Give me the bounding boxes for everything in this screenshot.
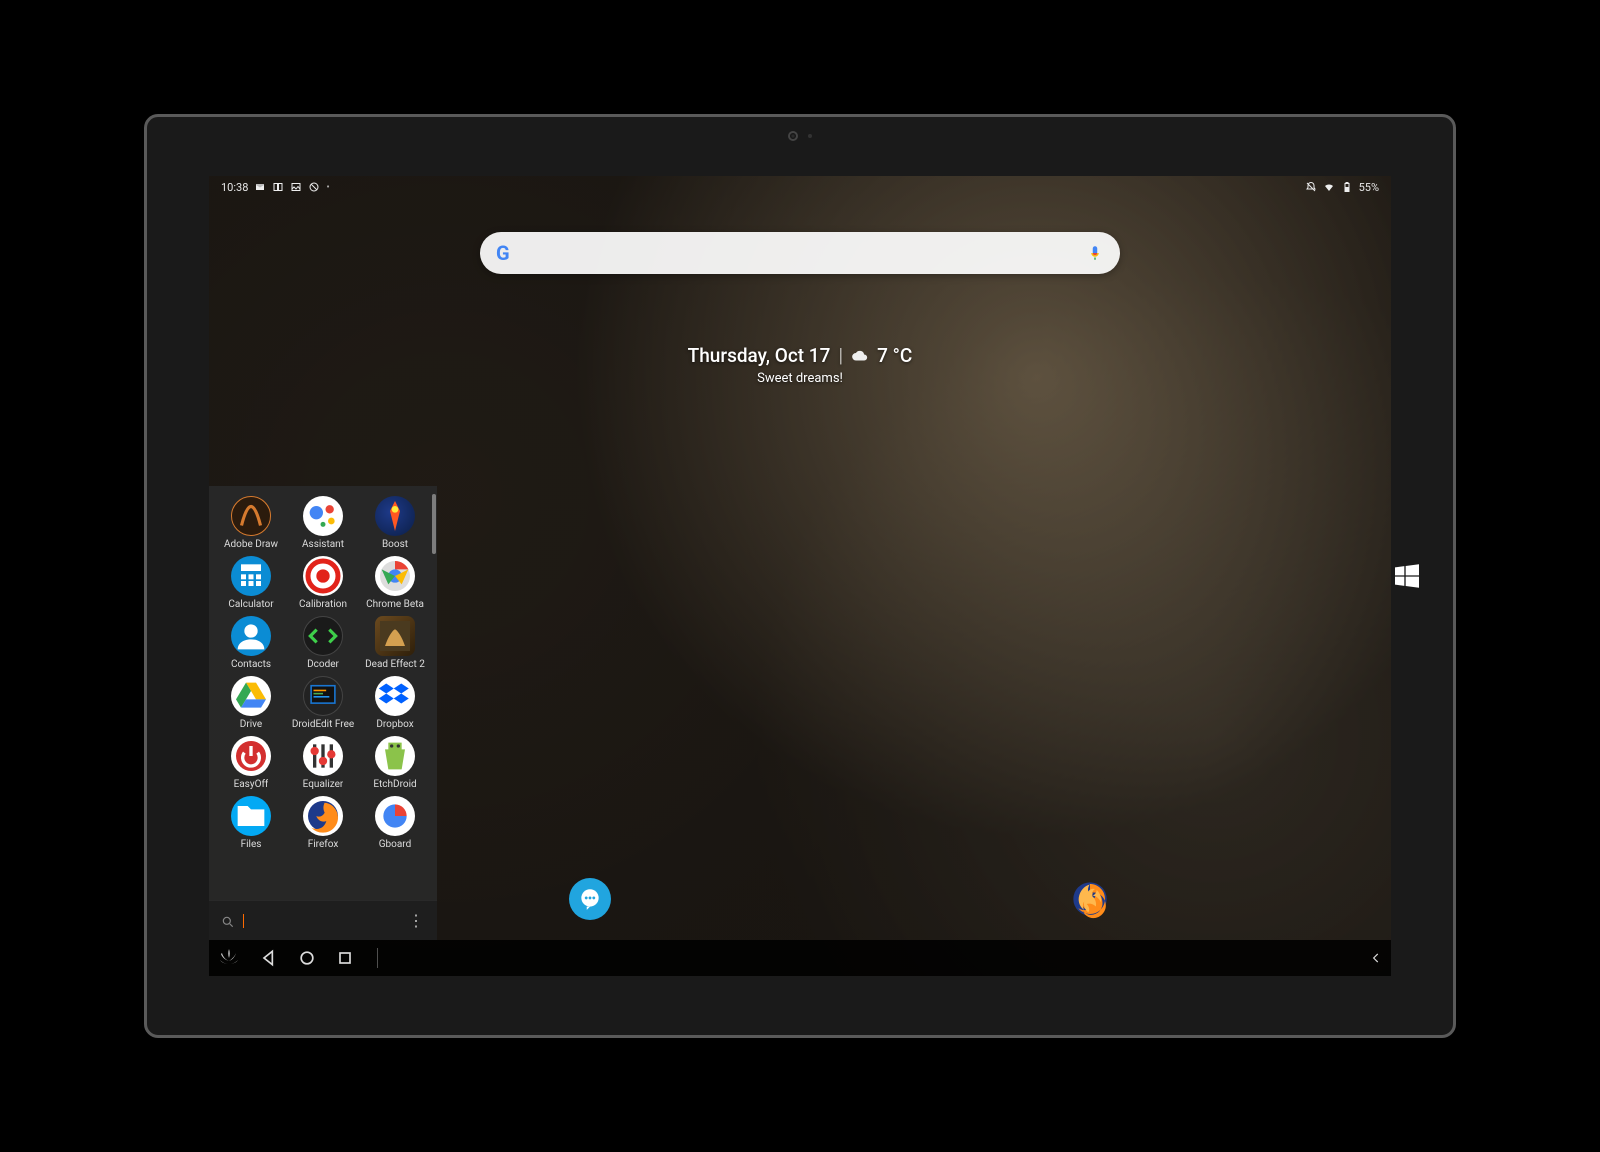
scrollbar-thumb[interactable] xyxy=(432,494,436,554)
date-text: Thursday, Oct 17 xyxy=(688,344,831,367)
google-search-bar[interactable]: G xyxy=(480,232,1120,274)
app-label: Gboard xyxy=(379,839,412,850)
app-dcoder[interactable]: Dcoder xyxy=(289,616,357,670)
app-label: Calibration xyxy=(299,599,347,610)
app-drive[interactable]: Drive xyxy=(217,676,285,730)
calculator-icon xyxy=(231,556,271,596)
front-camera xyxy=(788,131,812,141)
chrome-beta-icon xyxy=(375,556,415,596)
app-label: Assistant xyxy=(302,539,344,550)
search-icon xyxy=(221,914,235,928)
google-logo-icon: G xyxy=(496,241,510,265)
drive-icon xyxy=(231,676,271,716)
more-options-icon[interactable]: ⋮ xyxy=(408,911,425,930)
drawer-search-bar[interactable]: ⋮ xyxy=(209,900,437,940)
app-calibration[interactable]: Calibration xyxy=(289,556,357,610)
calibration-icon xyxy=(303,556,343,596)
droidedit-icon xyxy=(303,676,343,716)
app-contacts[interactable]: Contacts xyxy=(217,616,285,670)
app-label: Calculator xyxy=(228,599,273,610)
navigation-bar xyxy=(209,940,1391,976)
recents-icon[interactable] xyxy=(335,948,355,968)
dropbox-icon xyxy=(375,676,415,716)
device-screen: 10:38 • 55% G Thursday, xyxy=(209,176,1391,976)
etchdroid-icon xyxy=(375,736,415,776)
app-label: Chrome Beta xyxy=(366,599,424,610)
app-label: Contacts xyxy=(231,659,271,670)
app-droidedit-free[interactable]: DroidEdit Free xyxy=(289,676,357,730)
app-label: Boost xyxy=(382,539,408,550)
dock-messages-app[interactable] xyxy=(569,878,611,920)
text-cursor xyxy=(243,914,244,928)
temperature-text: 7 °C xyxy=(877,344,912,367)
mail-icon xyxy=(254,181,266,193)
back-icon[interactable] xyxy=(259,948,279,968)
app-gboard[interactable]: Gboard xyxy=(361,796,429,850)
easyoff-icon xyxy=(231,736,271,776)
files-icon xyxy=(231,796,271,836)
app-label: Equalizer xyxy=(303,779,344,790)
battery-icon xyxy=(1341,181,1353,193)
voice-search-icon[interactable] xyxy=(1086,244,1104,262)
dock-firefox-app[interactable] xyxy=(1069,878,1111,920)
divider: | xyxy=(838,344,843,367)
app-label: Drive xyxy=(240,719,262,730)
expand-chevron-icon[interactable] xyxy=(1369,951,1383,965)
app-assistant[interactable]: Assistant xyxy=(289,496,357,550)
tablet-frame: 10:38 • 55% G Thursday, xyxy=(144,114,1456,1038)
app-label: Dead Effect 2 xyxy=(365,659,425,670)
dcoder-icon xyxy=(303,616,343,656)
image-panel-icon xyxy=(272,181,284,193)
app-boost[interactable]: Boost xyxy=(361,496,429,550)
divider xyxy=(377,948,378,968)
contacts-icon xyxy=(231,616,271,656)
date-weather-widget[interactable]: Thursday, Oct 17 | 7 °C Sweet dreams! xyxy=(688,344,913,386)
app-label: Firefox xyxy=(308,839,339,850)
status-time: 10:38 xyxy=(221,181,248,194)
launcher-icon[interactable] xyxy=(217,946,241,970)
windows-logo-icon[interactable] xyxy=(1391,560,1423,592)
wifi-icon xyxy=(1323,181,1335,193)
weather-cloud-icon xyxy=(851,347,869,365)
app-dead-effect-2[interactable]: Dead Effect 2 xyxy=(361,616,429,670)
sync-off-icon xyxy=(308,181,320,193)
app-equalizer[interactable]: Equalizer xyxy=(289,736,357,790)
dead-effect-icon xyxy=(375,616,415,656)
equalizer-icon xyxy=(303,736,343,776)
app-label: DroidEdit Free xyxy=(292,719,354,730)
app-adobe-draw[interactable]: Adobe Draw xyxy=(217,496,285,550)
greeting-text: Sweet dreams! xyxy=(688,371,913,386)
battery-percent: 55% xyxy=(1359,181,1379,194)
home-icon[interactable] xyxy=(297,948,317,968)
app-etchdroid[interactable]: EtchDroid xyxy=(361,736,429,790)
picture-icon xyxy=(290,181,302,193)
app-files[interactable]: Files xyxy=(217,796,285,850)
app-chrome-beta[interactable]: Chrome Beta xyxy=(361,556,429,610)
adobe-draw-icon xyxy=(231,496,271,536)
app-firefox[interactable]: Firefox xyxy=(289,796,357,850)
gboard-icon xyxy=(375,796,415,836)
app-calculator[interactable]: Calculator xyxy=(217,556,285,610)
app-label: Files xyxy=(241,839,262,850)
app-label: Dropbox xyxy=(376,719,413,730)
boost-icon xyxy=(375,496,415,536)
status-bar[interactable]: 10:38 • 55% xyxy=(209,176,1391,198)
app-label: EtchDroid xyxy=(373,779,416,790)
dnd-icon xyxy=(1305,181,1317,193)
app-label: Adobe Draw xyxy=(224,539,278,550)
app-easyoff[interactable]: EasyOff xyxy=(217,736,285,790)
firefox-icon xyxy=(303,796,343,836)
app-dropbox[interactable]: Dropbox xyxy=(361,676,429,730)
app-drawer-panel: Adobe Draw Assistant Boost Calculator Calibr… xyxy=(209,486,437,940)
dot-icon: • xyxy=(326,182,329,193)
app-label: Dcoder xyxy=(307,659,339,670)
app-label: EasyOff xyxy=(234,779,269,790)
assistant-icon xyxy=(303,496,343,536)
